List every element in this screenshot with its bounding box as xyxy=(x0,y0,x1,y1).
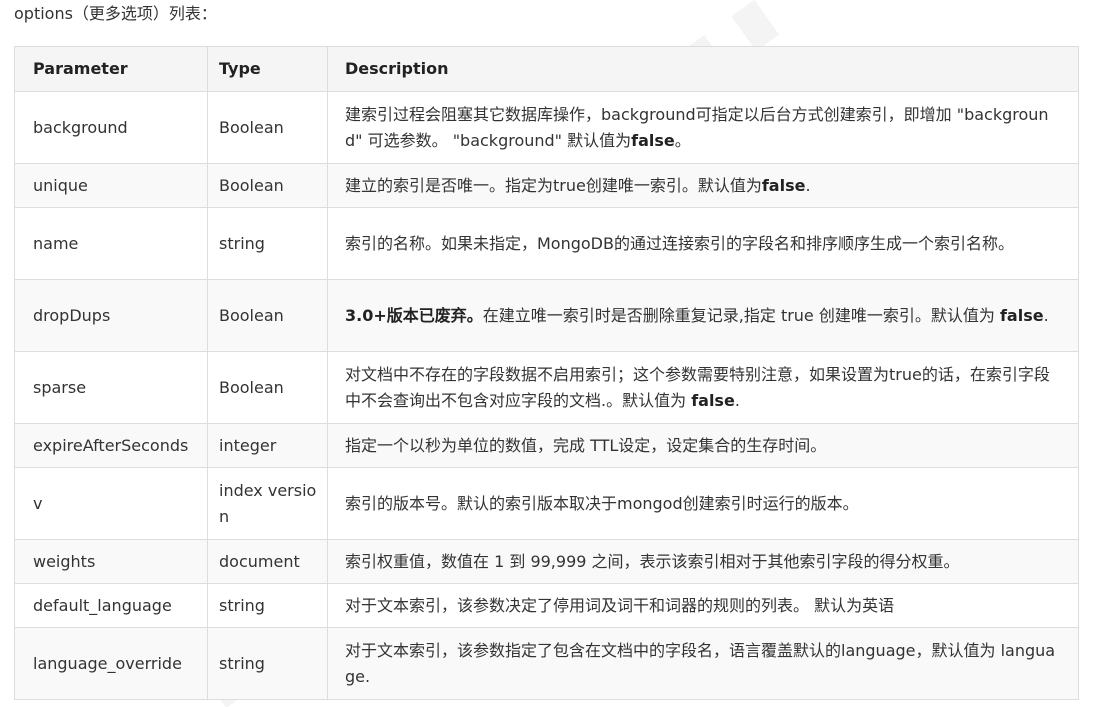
cell-description: 索引的名称。如果未指定，MongoDB的通过连接索引的字段名和排序顺序生成一个索… xyxy=(327,207,1079,280)
cell-description: 建索引过程会阻塞其它数据库操作，background可指定以后台方式创建索引，即… xyxy=(327,91,1079,164)
table-row: v index version 索引的版本号。默认的索引版本取决于mongod创建索… xyxy=(14,467,1079,540)
description-bold-text: false xyxy=(761,175,806,195)
cell-description: 3.0+版本已废弃。在建立唯一索引时是否删除重复记录,指定 true 创建唯一索… xyxy=(327,279,1079,352)
header-description: Description xyxy=(327,46,1079,92)
cell-parameter: unique xyxy=(14,163,208,208)
table-row: unique Boolean 建立的索引是否唯一。指定为true创建唯一索引。默认值… xyxy=(14,163,1079,208)
table-row: weights document 索引权重值，数值在 1 到 99,999 之间，表… xyxy=(14,539,1079,584)
cell-description: 对于文本索引，该参数决定了停用词及词干和词器的规则的列表。 默认为英语 xyxy=(327,583,1079,628)
cell-type: Boolean xyxy=(207,91,328,164)
description-text: . xyxy=(734,390,740,410)
description-text: 对于文本索引，该参数指定了包含在文档中的字段名，语言覆盖默认的language，… xyxy=(345,640,1056,686)
cell-type: string xyxy=(207,583,328,628)
table-header-row: Parameter Type Description xyxy=(14,46,1079,92)
description-text: 建索引过程会阻塞其它数据库操作，background可指定以后台方式创建索引，即… xyxy=(345,104,1049,150)
cell-parameter: background xyxy=(14,91,208,164)
table-row: dropDups Boolean 3.0+版本已废弃。在建立唯一索引时是否删除重复记… xyxy=(14,279,1079,352)
cell-description: 建立的索引是否唯一。指定为true创建唯一索引。默认值为false. xyxy=(327,163,1079,208)
description-bold-text: false xyxy=(691,390,735,410)
cell-parameter: name xyxy=(14,207,208,280)
description-text: 在建立唯一索引时是否删除重复记录,指定 true 创建唯一索引。默认值为 xyxy=(482,305,1000,325)
cell-description: 索引权重值，数值在 1 到 99,999 之间，表示该索引相对于其他索引字段的得… xyxy=(327,539,1079,584)
cell-type: Boolean xyxy=(207,163,328,208)
description-text: 索引的名称。如果未指定，MongoDB的通过连接索引的字段名和排序顺序生成一个索… xyxy=(345,233,1014,253)
description-text: 建立的索引是否唯一。指定为true创建唯一索引。默认值为 xyxy=(345,175,762,195)
cell-description: 对文档中不存在的字段数据不启用索引；这个参数需要特别注意，如果设置为true的话… xyxy=(327,351,1079,424)
header-type: Type xyxy=(207,46,328,92)
intro-text: options（更多选项）列表： xyxy=(14,4,217,23)
table-row: default_language string 对于文本索引，该参数决定了停用词及词… xyxy=(14,583,1079,628)
description-text: 索引权重值，数值在 1 到 99,999 之间，表示该索引相对于其他索引字段的得… xyxy=(345,551,960,571)
header-parameter: Parameter xyxy=(14,46,208,92)
parameters-table: Parameter Type Description background Boo… xyxy=(14,46,1079,700)
description-text: . xyxy=(1043,305,1049,325)
cell-type: integer xyxy=(207,423,328,468)
table-row: background Boolean 建索引过程会阻塞其它数据库操作，backgro… xyxy=(14,91,1079,164)
table-row: expireAfterSeconds integer 指定一个以秒为单位的数值，完成… xyxy=(14,423,1079,468)
cell-type: Boolean xyxy=(207,279,328,352)
description-bold-text: false xyxy=(999,305,1044,325)
cell-parameter: weights xyxy=(14,539,208,584)
cell-type: document xyxy=(207,539,328,584)
table-row: name string 索引的名称。如果未指定，MongoDB的通过连接索引的字段名… xyxy=(14,207,1079,280)
cell-parameter: dropDups xyxy=(14,279,208,352)
cell-parameter: sparse xyxy=(14,351,208,424)
description-text: . xyxy=(805,175,811,195)
description-text: 对于文本索引，该参数决定了停用词及词干和词器的规则的列表。 默认为英语 xyxy=(345,595,895,615)
cell-type: Boolean xyxy=(207,351,328,424)
cell-type: index version xyxy=(207,467,328,540)
description-text: 。 xyxy=(674,130,691,150)
description-bold-text: false xyxy=(631,130,675,150)
cell-description: 索引的版本号。默认的索引版本取决于mongod创建索引时运行的版本。 xyxy=(327,467,1079,540)
cell-parameter: default_language xyxy=(14,583,208,628)
cell-parameter: v xyxy=(14,467,208,540)
cell-description: 指定一个以秒为单位的数值，完成 TTL设定，设定集合的生存时间。 xyxy=(327,423,1079,468)
cell-type: string xyxy=(207,207,328,280)
table-row: sparse Boolean 对文档中不存在的字段数据不启用索引；这个参数需要特别注… xyxy=(14,351,1079,424)
cell-parameter: expireAfterSeconds xyxy=(14,423,208,468)
description-bold-text: 3.0+版本已废弃。 xyxy=(345,305,483,325)
description-text: 指定一个以秒为单位的数值，完成 TTL设定，设定集合的生存时间。 xyxy=(345,435,827,455)
description-text: 索引的版本号。默认的索引版本取决于mongod创建索引时运行的版本。 xyxy=(345,493,859,513)
